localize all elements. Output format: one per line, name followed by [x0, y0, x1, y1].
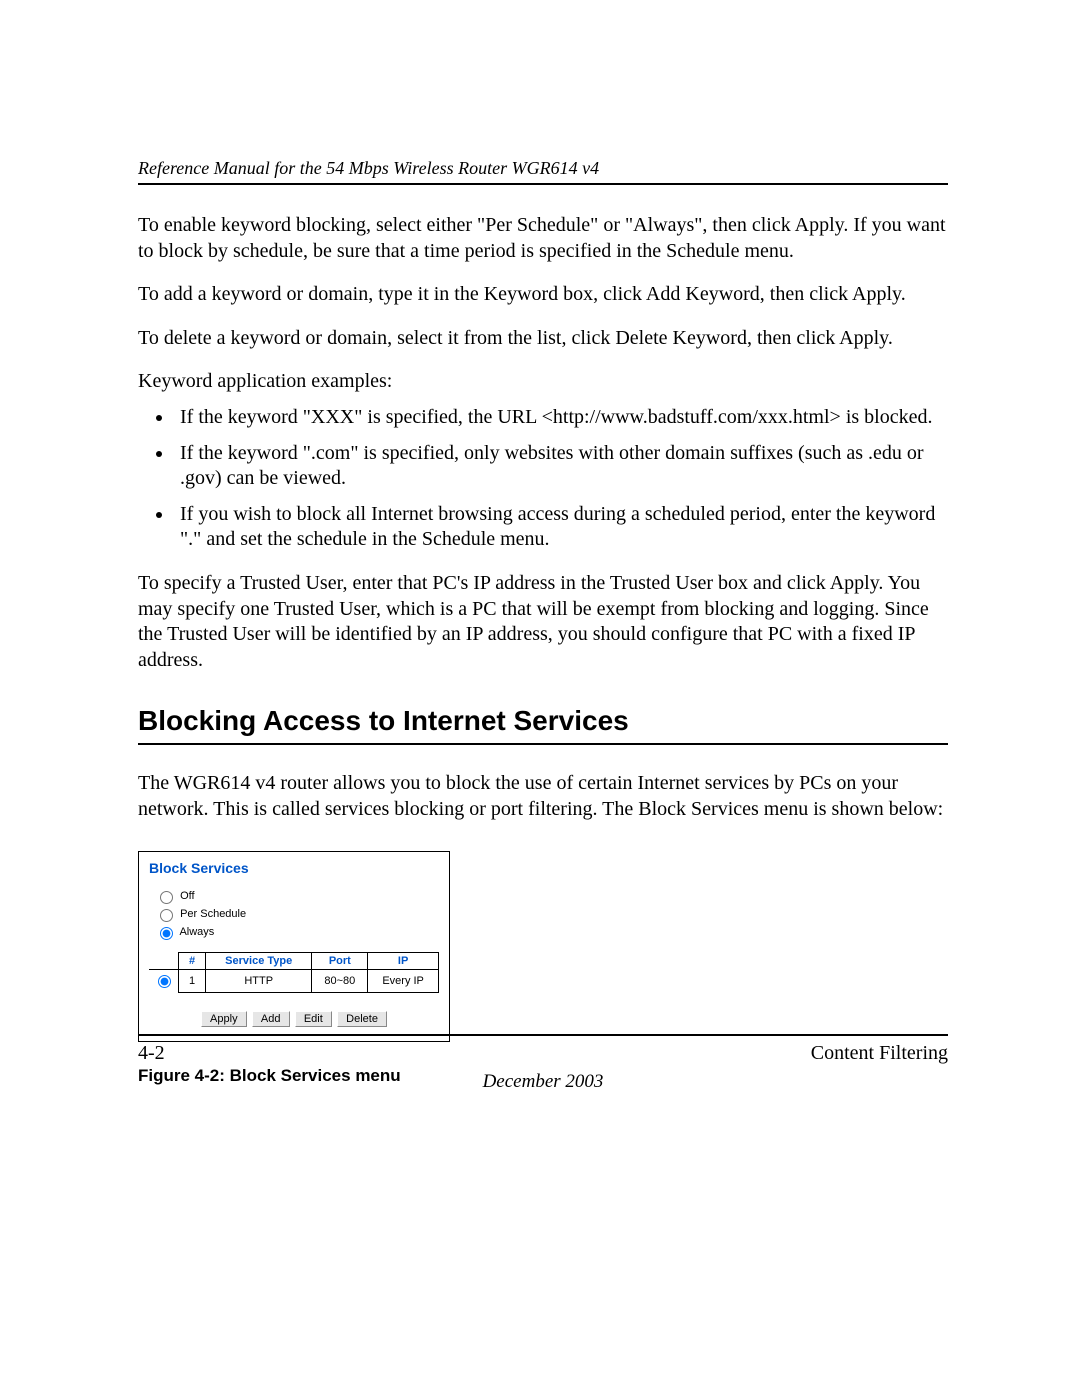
table-header-row: # Service Type Port IP: [149, 952, 439, 969]
row-select-radio[interactable]: [158, 975, 171, 988]
col-ip: IP: [368, 952, 439, 969]
radio-per-schedule-input[interactable]: [160, 909, 173, 922]
list-item: If you wish to block all Internet browsi…: [174, 502, 948, 553]
cell-num: 1: [179, 969, 206, 993]
radio-always-label: Always: [179, 925, 214, 937]
page-number: 4-2: [138, 1042, 165, 1065]
footer-line: 4-2 Content Filtering: [138, 1034, 948, 1065]
radio-off-label: Off: [180, 889, 194, 901]
paragraph: Keyword application examples:: [138, 369, 948, 395]
panel-title: Block Services: [149, 860, 439, 876]
col-port: Port: [312, 952, 368, 969]
radio-per-schedule[interactable]: Per Schedule: [155, 906, 439, 922]
button-row: Apply Add Edit Delete: [149, 1011, 439, 1027]
list-item: If the keyword "XXX" is specified, the U…: [174, 405, 948, 431]
cell-ip: Every IP: [368, 969, 439, 993]
footer-date: December 2003: [138, 1071, 948, 1093]
cell-port: 80~80: [312, 969, 368, 993]
services-table: # Service Type Port IP 1 HTTP 80~80 Ever…: [149, 952, 439, 994]
radio-off-input[interactable]: [160, 891, 173, 904]
apply-button[interactable]: Apply: [201, 1011, 247, 1027]
section-heading: Blocking Access to Internet Services: [138, 705, 948, 745]
table-row: 1 HTTP 80~80 Every IP: [149, 969, 439, 993]
add-button[interactable]: Add: [252, 1011, 290, 1027]
list-item: If the keyword ".com" is specified, only…: [174, 441, 948, 492]
paragraph: To add a keyword or domain, type it in t…: [138, 282, 948, 308]
paragraph: To enable keyword blocking, select eithe…: [138, 213, 948, 264]
chapter-name: Content Filtering: [811, 1042, 948, 1065]
col-service-type: Service Type: [206, 952, 312, 969]
edit-button[interactable]: Edit: [295, 1011, 332, 1027]
paragraph: To specify a Trusted User, enter that PC…: [138, 571, 948, 673]
radio-always[interactable]: Always: [155, 924, 439, 940]
paragraph: The WGR614 v4 router allows you to block…: [138, 771, 948, 822]
paragraph: To delete a keyword or domain, select it…: [138, 326, 948, 352]
bullet-list: If the keyword "XXX" is specified, the U…: [138, 405, 948, 553]
running-header: Reference Manual for the 54 Mbps Wireles…: [138, 158, 948, 185]
col-num: #: [179, 952, 206, 969]
block-services-panel: Block Services Off Per Schedule Always #…: [138, 851, 450, 1043]
delete-button[interactable]: Delete: [337, 1011, 387, 1027]
radio-per-schedule-label: Per Schedule: [180, 907, 246, 919]
radio-off[interactable]: Off: [155, 888, 439, 904]
radio-always-input[interactable]: [160, 927, 173, 940]
cell-service-type: HTTP: [206, 969, 312, 993]
